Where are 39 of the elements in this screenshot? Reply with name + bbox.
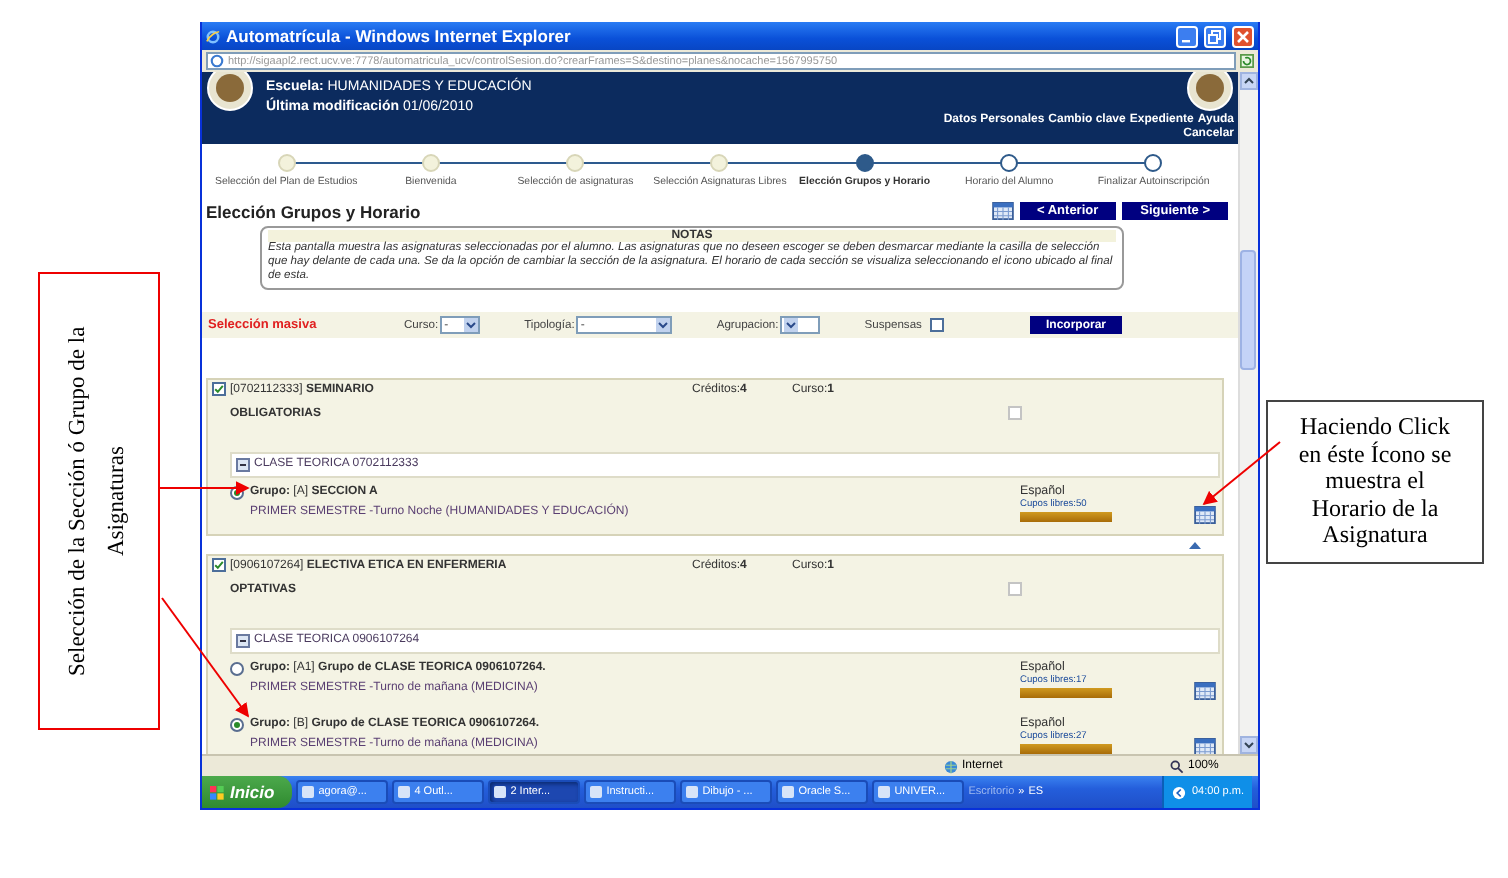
radio-button[interactable] xyxy=(230,662,244,676)
page-title: Elección Grupos y Horario xyxy=(206,201,423,221)
windows-logo-icon xyxy=(210,785,224,799)
checkbox[interactable] xyxy=(212,382,226,396)
calendar-icon[interactable] xyxy=(991,202,1013,220)
calendar-icon[interactable] xyxy=(1194,738,1216,754)
minimize-button[interactable] xyxy=(1176,25,1198,47)
tray-icon[interactable] xyxy=(1172,785,1186,799)
caret-icon xyxy=(786,320,797,330)
checkbox[interactable] xyxy=(929,318,944,332)
scrollbar-thumb[interactable] xyxy=(1240,250,1256,370)
magnifier-icon[interactable] xyxy=(1170,759,1184,773)
checkbox[interactable] xyxy=(1008,582,1022,596)
browser-icon xyxy=(206,29,220,43)
chevron-icon[interactable] xyxy=(1188,540,1202,550)
scroll-up-button[interactable] xyxy=(1240,72,1258,90)
window-title: Automatrícula - Windows Internet Explorer xyxy=(226,26,573,46)
checkbox[interactable] xyxy=(212,558,226,572)
radio-button[interactable] xyxy=(230,718,244,732)
arrow xyxy=(1202,441,1281,506)
globe-icon xyxy=(944,759,958,773)
close-icon xyxy=(1236,29,1250,43)
collapse-icon[interactable] xyxy=(236,457,250,471)
calendar-icon[interactable] xyxy=(1194,682,1216,700)
dropdown[interactable] xyxy=(780,316,821,334)
start-button[interactable]: Inicio xyxy=(202,776,293,808)
callout-text: Selección de la Sección ó Grupo de la Asignaturas xyxy=(63,324,131,680)
scroll-down-button[interactable] xyxy=(1240,736,1258,754)
close-button[interactable] xyxy=(1232,25,1254,47)
maximize-button[interactable] xyxy=(1204,25,1226,47)
caret-icon xyxy=(658,320,669,330)
calendar-icon[interactable] xyxy=(1194,506,1216,524)
restore-icon xyxy=(1208,29,1222,43)
caret-icon xyxy=(466,320,477,330)
collapse-icon[interactable] xyxy=(236,633,250,647)
globe-icon xyxy=(210,54,224,68)
refresh-icon[interactable] xyxy=(1240,54,1254,68)
checkbox[interactable] xyxy=(1008,406,1022,420)
callout-text: Haciendo Click en éste Ícono se muestra el Horario de la Asignatura xyxy=(1296,414,1454,550)
